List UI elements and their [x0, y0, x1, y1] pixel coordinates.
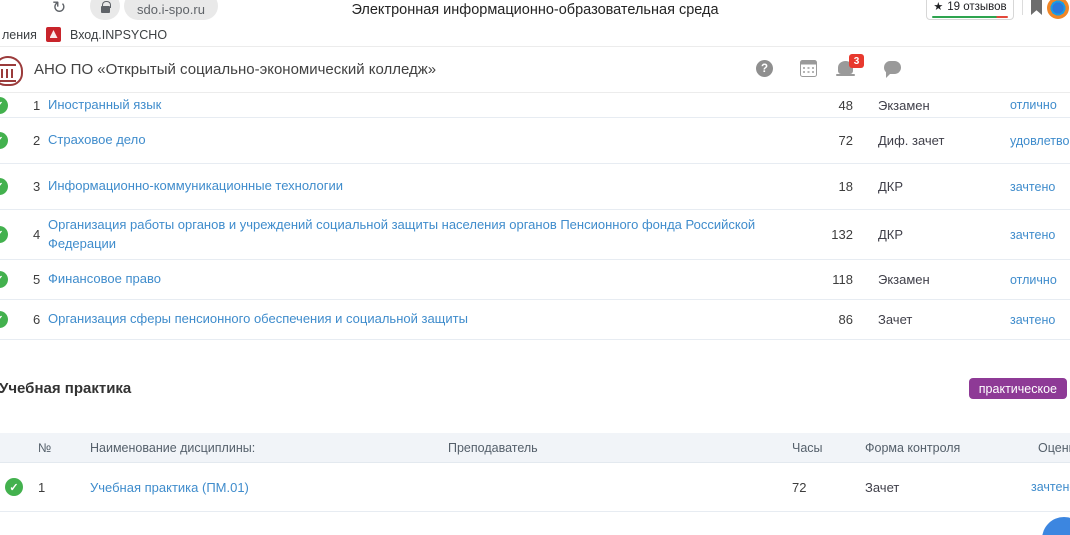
row-number: 1	[8, 98, 42, 113]
row-number: 1	[28, 480, 58, 495]
row-number: 2	[8, 133, 42, 148]
status-complete-icon	[0, 311, 8, 328]
grade-link[interactable]: зачтено	[1031, 480, 1070, 494]
table-row: 3 Информационно-коммуникационные техноло…	[0, 164, 1070, 210]
control-form: Экзамен	[857, 272, 1002, 287]
table-row: 5 Финансовое право 118 Экзамен отлично	[0, 260, 1070, 300]
control-form: Экзамен	[857, 98, 1002, 113]
discipline-link[interactable]: Страховое дело	[48, 132, 146, 147]
hours-value: 72	[788, 480, 863, 495]
reviews-rating-bar	[932, 16, 1008, 19]
practice-table-header: № Наименование дисциплины: Преподаватель…	[0, 433, 1070, 463]
page-title: Электронная информационно-образовательна…	[0, 2, 1070, 18]
college-name: АНО ПО «Открытый социально-экономический…	[34, 61, 436, 78]
status-complete-icon	[5, 478, 23, 496]
status-complete-icon	[0, 271, 8, 288]
hours-value: 72	[787, 133, 857, 148]
grade-link[interactable]: отлично	[1010, 98, 1057, 112]
control-form: Диф. зачет	[857, 133, 1002, 148]
bookmark-favicon-icon	[46, 27, 61, 42]
browser-toolbar: sdo.i-spo.ru Электронная информационно-о…	[0, 0, 1070, 22]
site-header: АНО ПО «Открытый социально-экономический…	[0, 47, 1070, 93]
column-header-hours: Часы	[788, 441, 863, 455]
control-form: Зачет	[863, 480, 1013, 495]
college-logo-icon[interactable]	[0, 56, 23, 86]
discipline-link[interactable]: Финансовое право	[48, 271, 161, 286]
table-row: 4 Организация работы органов и учреждени…	[0, 210, 1070, 260]
toolbar-divider	[1022, 0, 1023, 15]
bookmark-item-inpsycho[interactable]: Вход.INPSYCHO	[70, 28, 167, 42]
calendar-icon[interactable]	[800, 60, 817, 77]
grade-link[interactable]: зачтено	[1010, 313, 1055, 327]
column-header-control: Форма контроля	[863, 441, 1013, 455]
grade-link[interactable]: зачтено	[1010, 228, 1055, 242]
table-row: 6 Организация сферы пенсионного обеспече…	[0, 300, 1070, 340]
control-form: ДКР	[857, 227, 1002, 242]
status-complete-icon	[0, 97, 8, 114]
notifications-count-badge: 3	[849, 54, 864, 68]
floating-chat-button[interactable]	[1042, 517, 1070, 535]
column-header-grade: Оценка	[1013, 441, 1070, 455]
row-number: 3	[8, 179, 42, 194]
messages-icon[interactable]	[884, 61, 901, 74]
hours-value: 132	[787, 227, 857, 242]
row-number: 4	[8, 227, 42, 242]
table-row: 1 Учебная практика (ПМ.01) 72 Зачет зачт…	[0, 463, 1070, 512]
control-form: Зачет	[857, 312, 1002, 327]
reviews-count: 19 отзывов	[947, 2, 1006, 14]
grade-link[interactable]: отлично	[1010, 273, 1057, 287]
column-header-teacher: Преподаватель	[448, 441, 788, 455]
row-number: 6	[8, 312, 42, 327]
hours-value: 18	[787, 179, 857, 194]
star-icon	[933, 2, 943, 13]
status-complete-icon	[0, 178, 8, 195]
discipline-link[interactable]: Организация сферы пенсионного обеспечени…	[48, 311, 468, 326]
status-complete-icon	[0, 226, 8, 243]
discipline-link[interactable]: Организация работы органов и учреждений …	[48, 217, 755, 251]
table-row: 2 Страховое дело 72 Диф. зачет удовлетво…	[0, 118, 1070, 164]
row-number: 5	[8, 272, 42, 287]
practice-type-badge: практическое	[969, 378, 1067, 399]
control-form: ДКР	[857, 179, 1002, 194]
discipline-link[interactable]: Информационно-коммуникационные технологи…	[48, 178, 343, 193]
disciplines-table: 1 Иностранный язык 48 Экзамен отлично 2 …	[0, 93, 1070, 340]
status-complete-icon	[0, 132, 8, 149]
discipline-link[interactable]: Иностранный язык	[48, 97, 161, 112]
grade-link[interactable]: удовлетворительно	[1010, 134, 1070, 148]
hours-value: 86	[787, 312, 857, 327]
hours-value: 118	[787, 272, 857, 287]
practice-table: № Наименование дисциплины: Преподаватель…	[0, 433, 1070, 512]
hours-value: 48	[787, 98, 857, 113]
bookmark-item-truncated[interactable]: ления	[2, 28, 37, 42]
section-title-practice: Учебная практика	[0, 380, 131, 397]
discipline-link[interactable]: Учебная практика (ПМ.01)	[90, 480, 249, 495]
reviews-button[interactable]: 19 отзывов	[926, 0, 1014, 20]
table-row: 1 Иностранный язык 48 Экзамен отлично	[0, 93, 1070, 118]
grade-link[interactable]: зачтено	[1010, 180, 1055, 194]
column-header-name: Наименование дисциплины:	[58, 441, 448, 455]
bookmarks-bar: ления Вход.INPSYCHO	[0, 22, 1070, 47]
help-icon[interactable]	[756, 60, 773, 77]
column-header-num: №	[28, 441, 58, 455]
